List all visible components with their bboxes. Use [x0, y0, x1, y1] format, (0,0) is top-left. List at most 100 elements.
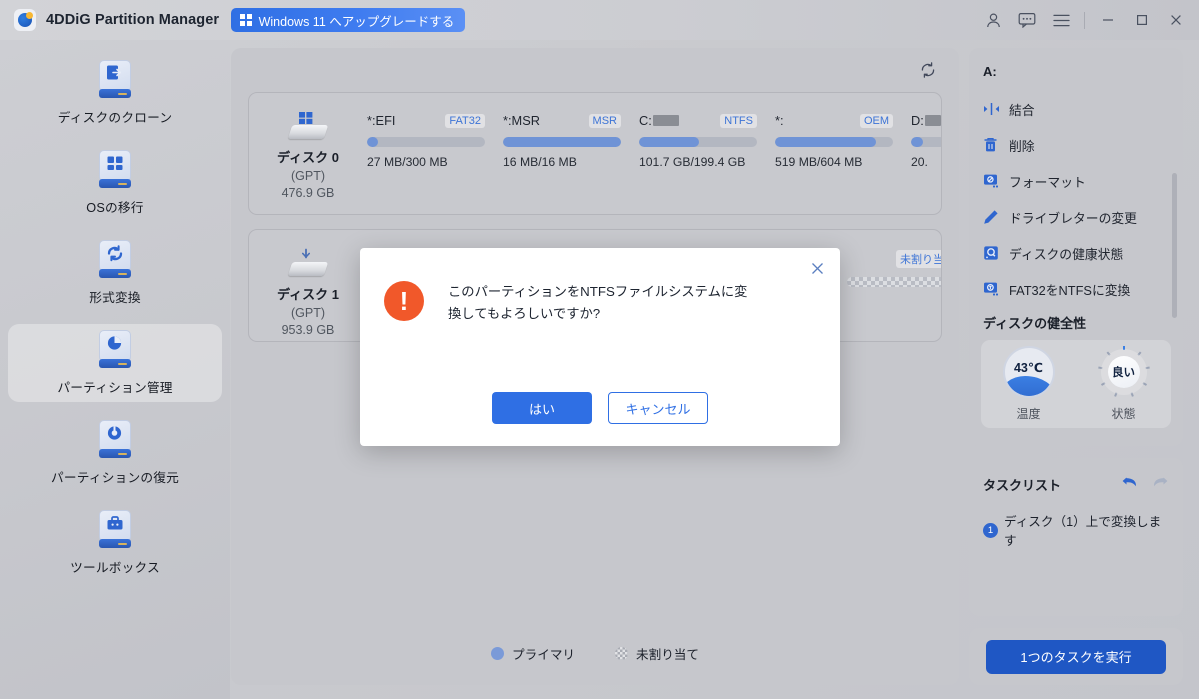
partition-item[interactable]: *:EFI FAT32 27 MB/300 MB [367, 107, 503, 169]
action-delete[interactable]: 削除 [983, 127, 1183, 163]
action-label: フォーマット [1009, 174, 1086, 190]
action-label: ディスクの健康状態 [1009, 246, 1124, 262]
partition-size: 101.7 GB/199.4 GB [639, 155, 746, 169]
disk-size: 476.9 GB [281, 186, 335, 200]
sidebar-item-label: ツールボックス [70, 561, 160, 575]
legend-label: 未割り当て [636, 648, 699, 662]
disk-info: ディスク 0 (GPT) 476.9 GB [249, 107, 367, 200]
sidebar-item-os-migration[interactable]: OSの移行 [8, 144, 222, 222]
disk-health-box: 43℃ 温度 良い 状態 [981, 340, 1171, 428]
partition-usage-bar [911, 137, 941, 147]
disk-name: ディスク 1 [277, 287, 339, 302]
menu-icon[interactable] [1044, 3, 1078, 37]
merge-icon [983, 102, 1009, 116]
actions-scrollbar[interactable] [1172, 173, 1177, 318]
partition-size: 519 MB/604 MB [775, 155, 863, 169]
account-icon[interactable] [976, 3, 1010, 37]
trash-icon [983, 137, 1009, 153]
sidebar-item-partition-recovery[interactable]: パーティションの復元 [8, 414, 222, 492]
action-convert-fat32-to-ntfs[interactable]: FAT32をNTFSに変換 [983, 271, 1183, 307]
partition-manage-icon [99, 330, 131, 368]
toolbox-icon [99, 510, 131, 548]
partition-usage-bar [775, 137, 893, 147]
partition-item[interactable]: D: 20. [911, 107, 941, 169]
action-disk-health[interactable]: ディスクの健康状態 [983, 235, 1183, 271]
cancel-button[interactable]: キャンセル [608, 392, 708, 424]
execute-tasks-button[interactable]: 1つのタスクを実行 [986, 639, 1166, 674]
sidebar-item-label: 形式変換 [89, 291, 141, 305]
temperature-value: 43℃ [1013, 361, 1044, 375]
os-migrate-icon [99, 150, 131, 188]
disk-card[interactable]: ディスク 0 (GPT) 476.9 GB *:EFI FAT32 27 MB/… [248, 92, 942, 215]
partition-list: *:EFI FAT32 27 MB/300 MB *:MSR MSR 16 MB… [367, 107, 941, 169]
partition-item[interactable]: C: NTFS 101.7 GB/199.4 GB [639, 107, 775, 169]
hard-disk-icon [287, 111, 329, 141]
sidebar-item-toolbox[interactable]: ツールボックス [8, 504, 222, 582]
confirm-button[interactable]: はい [492, 392, 592, 424]
maximize-icon[interactable] [1125, 3, 1159, 37]
action-format[interactable]: フォーマット [983, 163, 1183, 199]
format-convert-icon [99, 240, 131, 278]
minimize-icon[interactable] [1091, 3, 1125, 37]
dialog-body: ! このパーティションをNTFSファイルシステムに変換してもよろしいですか? [360, 248, 840, 325]
task-number: 1 [983, 522, 998, 538]
sidebar-item-label: パーティションの復元 [50, 471, 180, 485]
partition-filesystem: FAT32 [445, 113, 485, 128]
app-logo-icon [14, 9, 36, 31]
main-toolbar [231, 48, 959, 92]
disk-health-icon [983, 245, 1009, 261]
disk-type: (GPT) [290, 306, 326, 320]
close-icon[interactable] [1159, 3, 1193, 37]
partition-label: D: [911, 113, 941, 128]
unallocated-swatch-icon [615, 647, 628, 660]
temperature-gauge: 43℃ 温度 [1002, 346, 1055, 422]
disk-name: ディスク 0 [277, 150, 339, 165]
partition-usage-bar [503, 137, 621, 147]
alert-exclamation-icon: ! [384, 281, 424, 321]
task-item[interactable]: 1 ディスク（1）上で変換します [983, 511, 1169, 549]
partition-label: *:MSR [503, 113, 540, 128]
partition-size: 16 MB/16 MB [503, 155, 577, 169]
feedback-icon[interactable] [1010, 3, 1044, 37]
disk-clone-icon [99, 60, 131, 98]
state-caption: 状態 [1111, 407, 1136, 421]
task-label: ディスク（1）上で変換します [1004, 515, 1162, 548]
partition-size: 20. [911, 155, 928, 169]
left-sidebar: ディスクのクローン OSの移行 形式変換 パーティション管理 パーティションの復… [0, 40, 230, 699]
undo-icon[interactable] [1121, 474, 1139, 495]
sidebar-item-disk-clone[interactable]: ディスクのクローン [8, 54, 222, 132]
sidebar-item-format-convert[interactable]: 形式変換 [8, 234, 222, 312]
state-gauge: 良い 状態 [1097, 346, 1150, 422]
confirm-dialog: ! このパーティションをNTFSファイルシステムに変換してもよろしいですか? は… [360, 248, 840, 446]
partition-usage-bar [639, 137, 757, 147]
windows-logo-icon [240, 14, 252, 26]
upgrade-to-windows11-button[interactable]: Windows 11 へアップグレードする [231, 8, 466, 32]
sidebar-item-label: パーティション管理 [57, 381, 173, 395]
partition-filesystem: OEM [859, 113, 893, 128]
partition-filesystem: NTFS [720, 113, 757, 128]
temperature-caption: 温度 [1016, 407, 1041, 421]
action-label: ドライブレターの変更 [1009, 210, 1137, 226]
sidebar-item-partition-management[interactable]: パーティション管理 [8, 324, 222, 402]
partition-size: 27 MB/300 MB [367, 155, 448, 169]
close-icon[interactable] [805, 256, 829, 280]
convert-disk-icon [983, 281, 1009, 297]
partition-label: *:EFI [367, 113, 396, 128]
window-controls [976, 0, 1199, 40]
partition-item[interactable]: *:MSR MSR 16 MB/16 MB [503, 107, 639, 169]
primary-swatch-icon [491, 647, 505, 660]
action-merge[interactable]: 結合 [983, 91, 1183, 127]
pencil-icon [983, 209, 1009, 225]
disk-size: 953.9 GB [281, 323, 335, 337]
action-change-drive-letter[interactable]: ドライブレターの変更 [983, 199, 1183, 235]
format-disk-icon [983, 173, 1009, 189]
partition-item[interactable]: *: OEM 519 MB/604 MB [775, 107, 911, 169]
upgrade-button-label: Windows 11 へアップグレードする [258, 14, 455, 29]
partition-label: C: [639, 113, 679, 128]
legend-label: プライマリ [512, 648, 575, 662]
refresh-icon[interactable] [915, 57, 941, 83]
redo-icon[interactable] [1151, 474, 1169, 495]
partition-item-unallocated[interactable]: 未割り当て [847, 244, 941, 287]
redacted-volume-name [924, 115, 941, 126]
disk-health-title: ディスクの健全性 [983, 316, 1087, 331]
